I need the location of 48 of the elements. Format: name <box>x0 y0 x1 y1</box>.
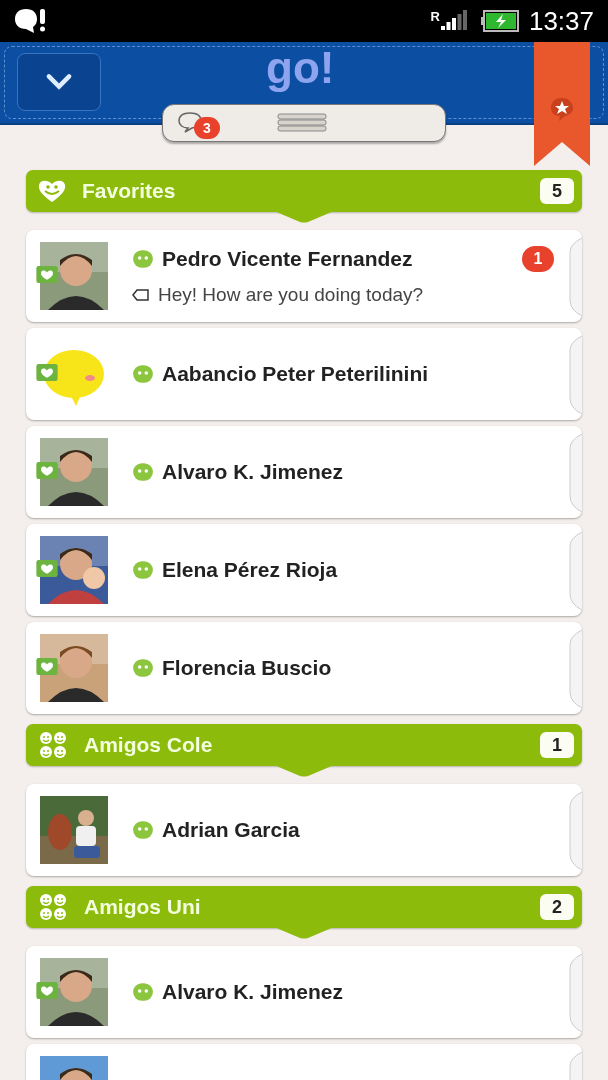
contact-name: Pedro Vicente Fernandez <box>162 246 413 272</box>
smiley-icon <box>132 657 154 679</box>
roaming-indicator: R <box>430 10 440 23</box>
pointer-icon <box>274 765 334 777</box>
stack-icon <box>277 113 327 133</box>
pointer-icon <box>274 211 334 223</box>
smiley-icon <box>132 461 154 483</box>
contact-name: Florencia Buscio <box>162 655 332 682</box>
contact-card[interactable]: Alvaro K. Jimenez <box>26 426 582 518</box>
message-preview: Hey! How are you doing today? <box>158 282 424 307</box>
pointer-icon <box>274 927 334 939</box>
smiley-icon <box>132 247 154 270</box>
smiley-icon <box>132 363 154 385</box>
app-logo: go! <box>266 46 335 90</box>
contact-card[interactable]: Florencia Buscio <box>26 622 582 714</box>
clock: 13:37 <box>528 4 594 38</box>
contact-name: Alvaro K. Jimenez <box>162 979 343 1006</box>
unread-badge: 1 <box>522 246 554 272</box>
contact-name: Aabancio Peter Peterilinini <box>162 361 429 388</box>
contact-card[interactable]: Alvaro K. Jimenez <box>26 946 582 1038</box>
heart-smiley-icon <box>38 179 66 203</box>
bookmark-ribbon-icon[interactable] <box>534 42 590 166</box>
group-count: 1 <box>540 732 574 758</box>
smiley-icon <box>132 559 154 581</box>
contact-card[interactable]: Pedro Vicente Fernandez Hey! How are you doing today? 1 <box>26 230 582 322</box>
signal-icon <box>440 10 469 32</box>
smiley-icon <box>132 981 154 1003</box>
contact-card[interactable]: Adrian Garcia <box>26 784 582 876</box>
chat-count-badge: 3 <box>194 117 220 139</box>
app-logo-icon <box>14 8 46 34</box>
battery-charging-icon <box>480 10 519 32</box>
tab-handle[interactable]: 3 <box>162 104 446 142</box>
group-count: 2 <box>540 894 574 920</box>
faces-icon <box>38 731 68 759</box>
contact-name: Alvaro K. Jimenez <box>162 459 343 486</box>
group-title: Favorites <box>82 178 177 205</box>
faces-icon <box>38 893 68 921</box>
group-title: Amigos Cole <box>84 732 214 759</box>
contact-name: Adrian Garcia <box>162 817 300 844</box>
group-count: 5 <box>540 178 574 204</box>
contact-name: Elena Pérez Rioja <box>162 557 338 584</box>
message-tag-icon <box>132 287 150 302</box>
smiley-icon <box>132 819 154 841</box>
collapse-button[interactable] <box>17 53 101 111</box>
contact-card[interactable]: Aabancio Peter Peterilinini <box>26 328 582 420</box>
chevron-down-icon <box>45 73 73 91</box>
group-title: Amigos Uni <box>84 894 202 921</box>
contact-card[interactable]: Elena Pérez Rioja <box>26 524 582 616</box>
